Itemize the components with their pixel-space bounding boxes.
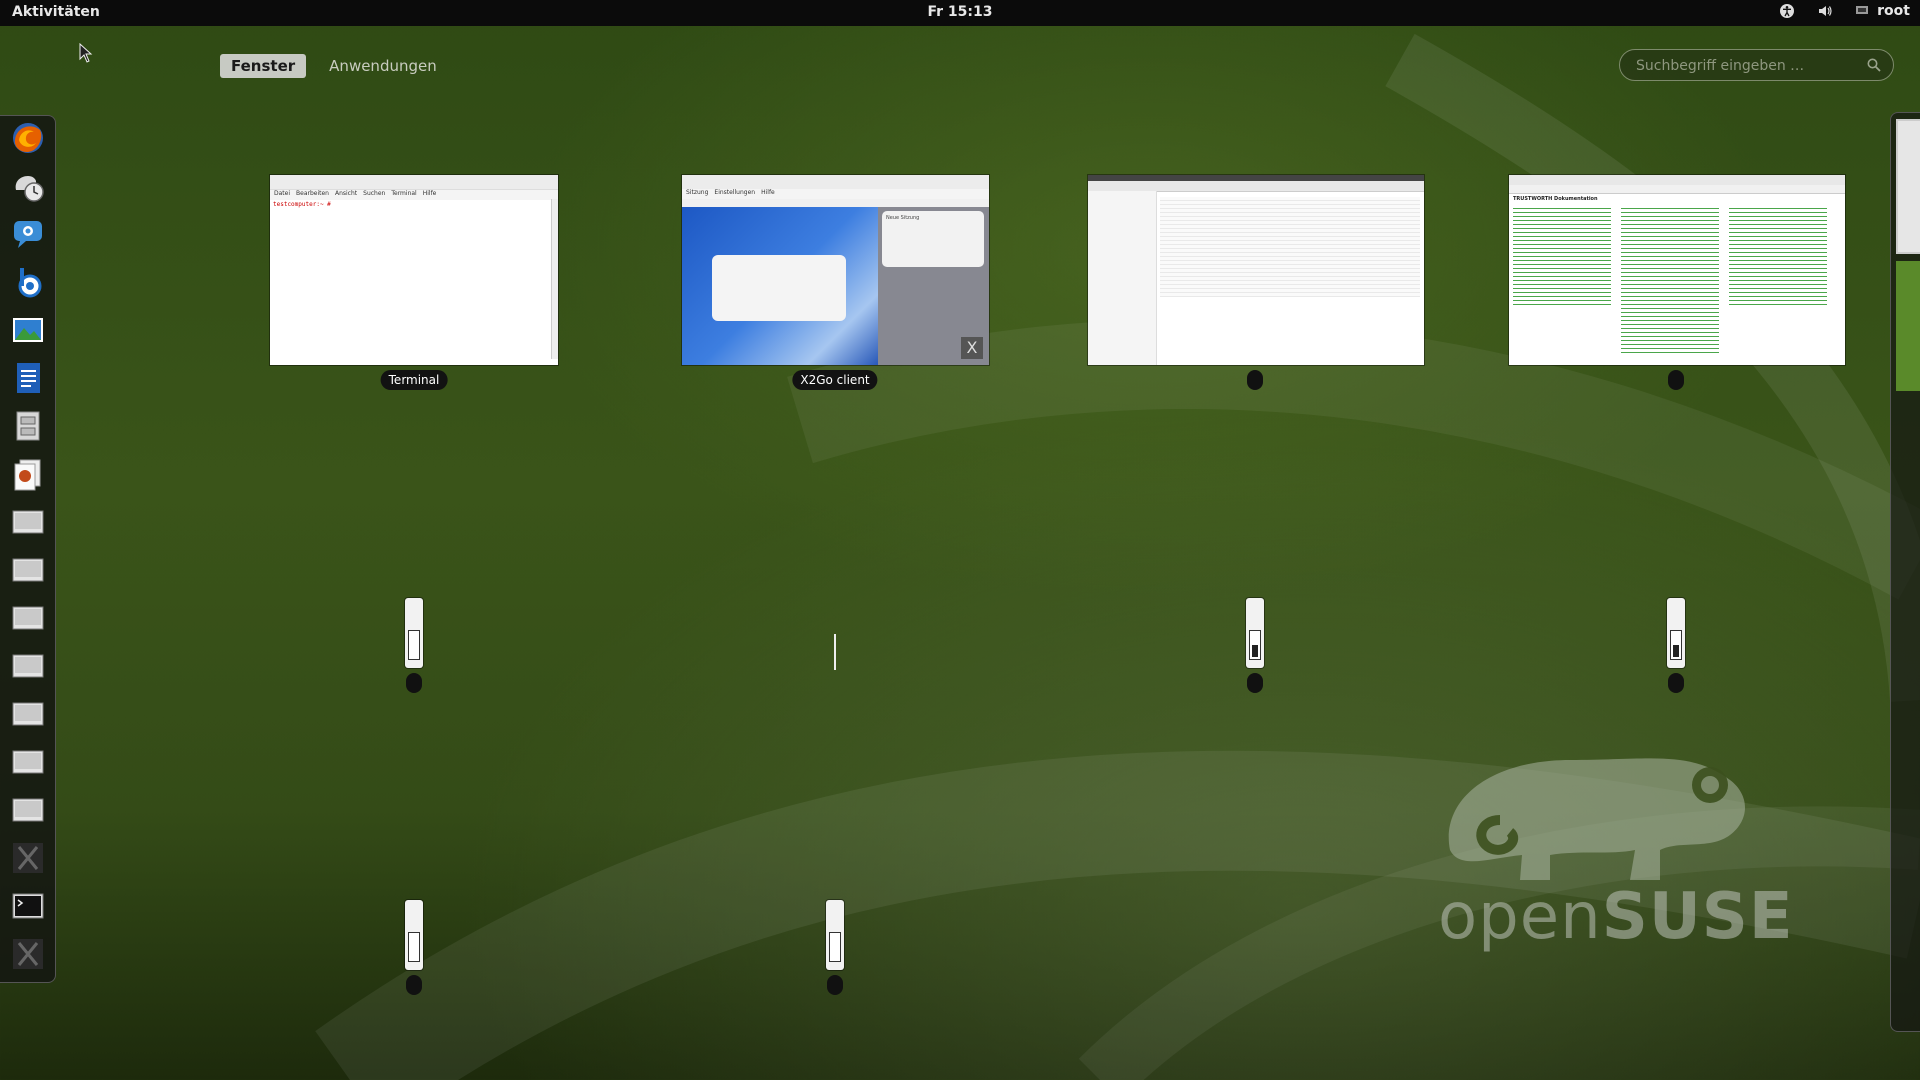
window-icon[interactable] [10,648,46,684]
menu-item: Hilfe [761,189,775,196]
session-background [682,207,878,365]
window-thumbnail-small[interactable] [826,900,844,970]
window-icon[interactable] [10,744,46,780]
session-list-panel: Neue Sitzung X [878,207,989,365]
window-caption-empty [406,975,422,995]
window-preview [829,932,841,962]
workspace-switcher [1890,112,1920,1032]
user-name: root [1877,3,1910,19]
scrollbar [551,199,558,359]
menu-item: Datei [274,190,291,197]
window-thumbnail-4[interactable]: TRUSTWORTH Dokumentation [1509,175,1845,365]
workspace-1[interactable] [1896,119,1920,254]
window-icon[interactable] [10,600,46,636]
software-update-icon[interactable] [10,168,46,204]
window-preview [1249,630,1261,660]
bluetooth-icon[interactable] [10,264,46,300]
window-icon[interactable] [10,792,46,828]
window-thumbnail-small[interactable] [405,598,423,668]
menu-item: Terminal [391,190,417,197]
menu-item: Bearbeiten [296,190,329,197]
view-switcher: Fenster Anwendungen [220,54,448,78]
window-thumbnail-small[interactable] [405,900,423,970]
toolbar [1509,185,1845,194]
window-caption-empty [1247,370,1263,390]
window-preview [408,630,420,660]
menu-item: Ansicht [334,190,358,197]
top-bar: Aktivitäten Fr 15:13 root [0,0,1920,26]
window-thumbnail-small[interactable] [1246,598,1264,668]
terminal-prompt: testcomputer:~ # [273,201,331,208]
page-heading: TRUSTWORTH Dokumentation [1513,196,1598,202]
window-caption-empty [1668,673,1684,693]
volume-icon[interactable] [1817,3,1833,19]
window-caption-x2go-client: X2Go client [792,370,878,390]
window-caption-terminal: Terminal [380,370,448,390]
dash [0,115,56,983]
firefox-icon[interactable] [10,120,46,156]
search-icon [1867,58,1881,72]
window-icon[interactable] [10,504,46,540]
terminal-icon[interactable] [10,888,46,924]
writer-icon[interactable] [10,360,46,396]
menubar: Sitzung Einstellungen Hilfe [682,189,989,199]
session-card-label: Neue Sitzung [886,215,920,221]
tab-applications[interactable]: Anwendungen [318,54,448,78]
search-box [1619,49,1894,81]
window-preview [1670,630,1682,660]
window-caption-empty [406,673,422,693]
menu-item: Suchen [363,190,386,197]
user-icon [1856,6,1869,14]
window-icon[interactable] [10,696,46,732]
tab-windows[interactable]: Fenster [220,54,307,78]
mouse-cursor-icon [79,43,93,63]
menubar: Datei Bearbeiten Ansicht Suchen Terminal… [270,190,558,200]
clock-label[interactable]: Fr 15:13 [927,4,992,20]
opensuse-logo-icon [1448,758,1745,880]
window-caption-empty [1247,673,1263,693]
wordmark-bold: SUSE [1601,880,1794,954]
titlebar [682,175,989,189]
file-cabinet-icon[interactable] [10,408,46,444]
search-input[interactable] [1634,56,1858,76]
session-card[interactable]: Neue Sitzung [882,211,984,267]
link-column [1513,205,1611,305]
x11-icon[interactable] [10,840,46,876]
link-column [1621,205,1719,355]
accessibility-icon[interactable] [1779,3,1795,19]
menu-item: Sitzung [686,189,709,196]
window-preview [408,932,420,962]
menu-item: Hilfe [422,190,437,197]
session-info-card [712,255,846,321]
user-menu[interactable]: root [1855,3,1910,19]
sidebar [1088,191,1157,365]
document-viewer-icon[interactable] [10,456,46,492]
system-tray: root [1779,3,1910,19]
window-thumbnail-x2go-client[interactable]: Sitzung Einstellungen Hilfe Neue Sitzung… [682,175,989,365]
window-caption-empty [827,975,843,995]
window-thumbnail-thin[interactable] [834,634,836,670]
window-thumbnail-terminal[interactable]: Datei Bearbeiten Ansicht Suchen Terminal… [270,175,558,365]
activities-button[interactable]: Aktivitäten [12,4,100,20]
window-icon[interactable] [10,552,46,588]
chat-icon[interactable] [10,216,46,252]
window-thumbnail-small[interactable] [1667,598,1685,668]
workspace-2[interactable] [1896,261,1920,391]
image-viewer-icon[interactable] [10,312,46,348]
opensuse-wordmark: openSUSE [1438,880,1794,954]
window-caption-empty [1668,370,1684,390]
x-logo-icon: X [961,337,983,359]
titlebar [1509,175,1845,185]
message-list [1160,197,1420,297]
x11-icon[interactable] [10,936,46,972]
window-thumbnail-3[interactable] [1088,175,1424,365]
link-column [1729,205,1827,305]
menu-item: Einstellungen [714,189,756,196]
titlebar [270,175,558,190]
wordmark-light: open [1438,880,1602,954]
clock: Fr 15:13 [0,4,1920,20]
